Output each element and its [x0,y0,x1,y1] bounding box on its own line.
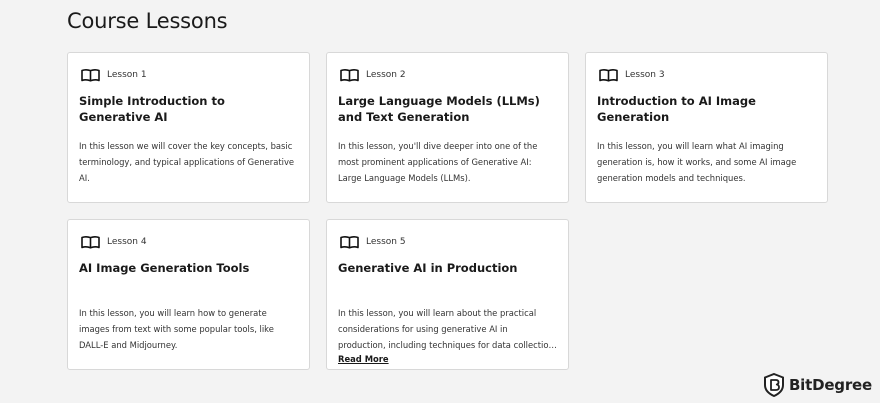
lesson-description: In this lesson, you will learn how to ge… [79,308,274,350]
lesson-number: Lesson 1 [107,70,147,80]
lesson-card-2[interactable]: Lesson 2 Large Language Models (LLMs) an… [326,52,569,203]
brand-logo: BitDegree [763,372,872,398]
page-title: Course Lessons [67,9,228,33]
brand-name: BitDegree [788,376,872,394]
lesson-header: Lesson 4 [79,234,298,250]
lesson-description: In this lesson, you'll dive deeper into … [338,141,538,183]
book-icon [340,68,359,82]
book-icon [599,68,618,82]
lesson-number: Lesson 2 [366,70,406,80]
lesson-number: Lesson 4 [107,237,147,247]
book-icon [81,235,100,249]
book-icon [340,235,359,249]
lesson-title[interactable]: Generative AI in Production [338,260,557,293]
lesson-title[interactable]: AI Image Generation Tools [79,260,298,293]
book-icon [81,68,100,82]
lesson-card-1[interactable]: Lesson 1 Simple Introduction to Generati… [67,52,310,203]
lesson-number: Lesson 5 [366,237,406,247]
lesson-description: In this lesson, you will learn about the… [338,308,557,350]
lesson-header: Lesson 2 [338,67,557,83]
read-more-link[interactable]: Read More [338,354,557,364]
lesson-header: Lesson 5 [338,234,557,250]
lessons-grid: Lesson 1 Simple Introduction to Generati… [67,52,829,370]
lesson-card-3[interactable]: Lesson 3 Introduction to AI Image Genera… [585,52,828,203]
lesson-header: Lesson 1 [79,67,298,83]
lesson-title[interactable]: Large Language Models (LLMs) and Text Ge… [338,93,557,126]
lesson-card-4[interactable]: Lesson 4 AI Image Generation Tools In th… [67,219,310,370]
bitdegree-shield-logo [763,372,785,398]
lesson-number: Lesson 3 [625,70,665,80]
lesson-description: In this lesson we will cover the key con… [79,141,295,183]
lesson-title[interactable]: Introduction to AI Image Generation [597,93,816,126]
lesson-card-5[interactable]: Lesson 5 Generative AI in Production In … [326,219,569,370]
lesson-header: Lesson 3 [597,67,816,83]
lesson-title[interactable]: Simple Introduction to Generative AI [79,93,298,126]
lesson-description: In this lesson, you will learn what AI i… [597,141,797,183]
